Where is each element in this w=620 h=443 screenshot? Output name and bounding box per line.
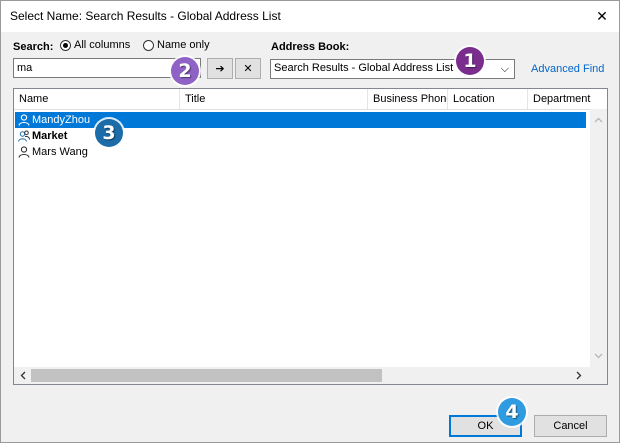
column-header-title[interactable]: Title <box>180 89 368 109</box>
radio-name-only[interactable]: Name only <box>143 39 210 51</box>
select-name-dialog: Select Name: Search Results - Global Add… <box>0 0 620 443</box>
column-header-department[interactable]: Department <box>528 89 607 109</box>
column-header-business-phone[interactable]: Business Phone <box>368 89 448 109</box>
callout-badge-4: 4 <box>498 398 526 426</box>
scroll-down-icon[interactable] <box>590 349 607 363</box>
cancel-button-label: Cancel <box>553 420 588 432</box>
clear-search-button[interactable]: ✕ <box>235 58 261 79</box>
chevron-down-icon: ⌵ <box>500 63 509 75</box>
column-header-location[interactable]: Location <box>448 89 528 109</box>
list-item-name: Market <box>32 130 68 142</box>
scroll-up-icon[interactable] <box>590 113 607 127</box>
go-button[interactable]: ➔ <box>207 58 233 79</box>
scroll-right-icon[interactable] <box>572 367 586 384</box>
group-icon <box>18 130 30 142</box>
search-label: Search: <box>13 41 54 53</box>
vertical-scrollbar[interactable] <box>590 109 607 367</box>
callout-badge-3: 3 <box>95 119 123 147</box>
address-book-label: Address Book: <box>271 41 350 53</box>
horizontal-scroll-thumb[interactable] <box>31 369 382 382</box>
cancel-button[interactable]: Cancel <box>534 415 607 437</box>
title-bar: Select Name: Search Results - Global Add… <box>1 1 619 32</box>
list-header: Name Title Business Phone Location Depar… <box>14 89 607 110</box>
scroll-left-icon[interactable] <box>16 367 30 384</box>
user-icon <box>18 114 30 126</box>
horizontal-scrollbar[interactable] <box>14 367 607 384</box>
advanced-find-link[interactable]: Advanced Find <box>531 63 604 75</box>
list-item-name: MandyZhou <box>32 114 91 126</box>
address-book-selected: Search Results - Global Address List <box>274 62 454 74</box>
close-icon: ✕ <box>596 8 608 24</box>
radio-name-only-dot[interactable] <box>143 39 154 51</box>
column-header-name[interactable]: Name <box>14 89 180 109</box>
clear-icon: ✕ <box>243 63 253 75</box>
ok-button-label: OK <box>477 420 494 432</box>
scrollbar-corner <box>590 367 607 384</box>
window-title: Select Name: Search Results - Global Add… <box>10 9 281 23</box>
radio-all-columns[interactable]: All columns <box>60 39 130 51</box>
list-item-name: Mars Wang <box>32 146 88 158</box>
user-icon <box>18 146 30 158</box>
radio-name-only-label: Name only <box>157 39 210 51</box>
arrow-right-icon: ➔ <box>215 63 225 75</box>
callout-badge-2: 2 <box>171 57 199 85</box>
radio-all-columns-dot[interactable] <box>60 39 71 51</box>
list-item[interactable]: Mars Wang <box>15 144 586 160</box>
close-button[interactable]: ✕ <box>585 1 619 32</box>
radio-all-columns-label: All columns <box>74 39 131 51</box>
callout-badge-1: 1 <box>456 47 484 75</box>
